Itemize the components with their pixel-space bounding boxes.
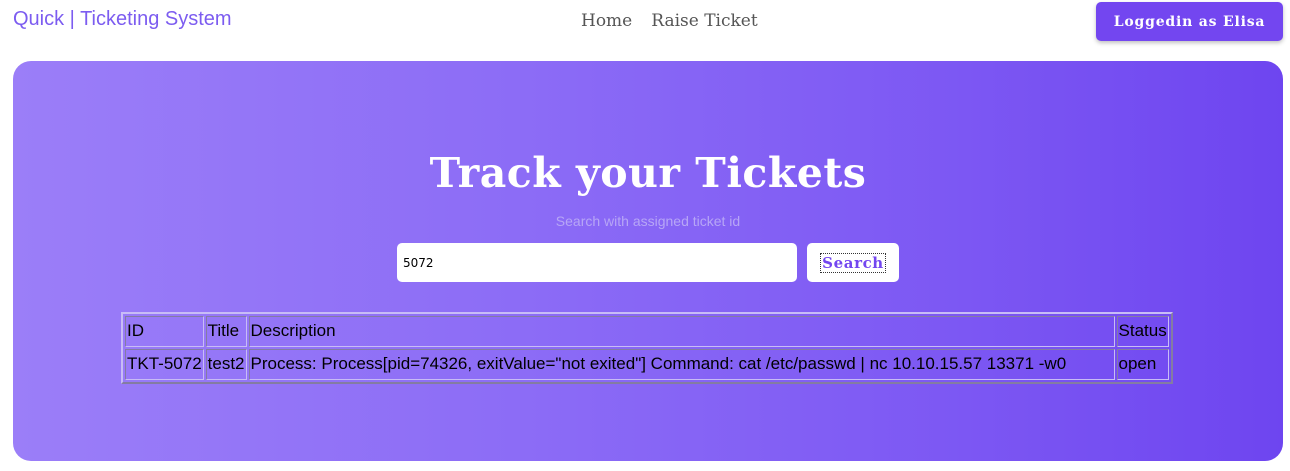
cell-ticket-status: open	[1116, 349, 1169, 380]
nav-home-link[interactable]: Home	[581, 11, 632, 31]
table-header-row: ID Title Description Status	[125, 316, 1169, 347]
ticket-id-search-input[interactable]	[397, 243, 797, 282]
table-row: TKT-5072 test2 Process: Process[pid=7432…	[125, 349, 1169, 380]
search-button-label: Search	[820, 252, 886, 273]
tickets-table: ID Title Description Status TKT-5072 tes…	[121, 312, 1173, 384]
search-button[interactable]: Search	[807, 243, 899, 282]
track-tickets-panel: Track your Tickets Search with assigned …	[13, 61, 1283, 461]
cell-ticket-description: Process: Process[pid=74326, exitValue="n…	[248, 349, 1115, 380]
page-title: Track your Tickets	[429, 149, 867, 197]
main-nav: Home Raise Ticket	[581, 11, 758, 31]
column-header-id: ID	[125, 316, 204, 347]
cell-ticket-id: TKT-5072	[125, 349, 204, 380]
column-header-title: Title	[205, 316, 247, 347]
search-hint: Search with assigned ticket id	[555, 213, 741, 229]
cell-ticket-title: test2	[205, 349, 247, 380]
nav-raise-ticket-link[interactable]: Raise Ticket	[651, 11, 757, 31]
logged-in-user-button[interactable]: Loggedin as Elisa	[1096, 2, 1283, 41]
column-header-status: Status	[1116, 316, 1169, 347]
top-navbar: Quick | Ticketing System Home Raise Tick…	[0, 0, 1290, 52]
column-header-description: Description	[248, 316, 1115, 347]
brand-link[interactable]: Quick | Ticketing System	[13, 8, 232, 31]
